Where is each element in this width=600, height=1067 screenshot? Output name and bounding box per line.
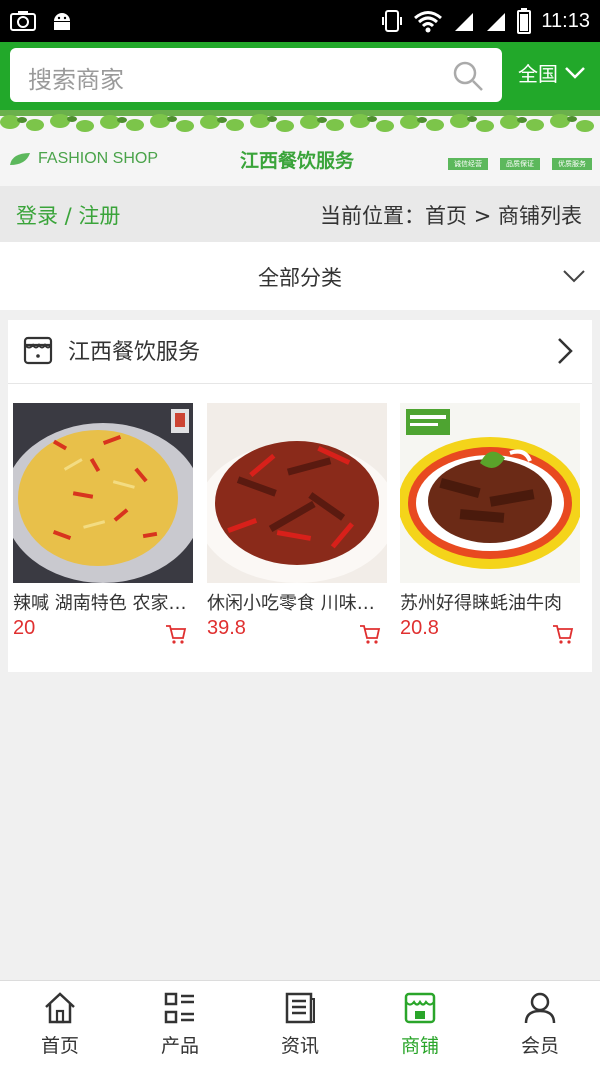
- user-icon: [524, 992, 556, 1024]
- battery-icon: [517, 8, 532, 34]
- product-name: 休闲小吃零食 川味牛肉: [207, 593, 385, 614]
- signal-2-icon: [487, 13, 506, 31]
- product-name: 苏州好得睐蚝油牛肉: [400, 593, 562, 614]
- camera-icon: [10, 11, 36, 31]
- banner-tags: 诚信经营 品质保证 优质服务: [448, 158, 592, 170]
- chevron-down-icon: [565, 66, 585, 79]
- nav-member[interactable]: 会员: [480, 981, 600, 1067]
- breadcrumb: 当前位置：首页 > 商铺列表: [320, 204, 582, 228]
- product-item[interactable]: 辣喊 湖南特色 农家自制 20: [13, 403, 193, 644]
- nav-home[interactable]: 首页: [0, 981, 120, 1067]
- home-icon: [45, 992, 75, 1024]
- banner-title: 江西餐饮服务: [240, 150, 355, 172]
- breadcrumb-bar: 登录 / 注册 当前位置：首页 > 商铺列表: [0, 186, 600, 242]
- nav-label: 商铺: [400, 1035, 439, 1057]
- news-icon: [285, 992, 315, 1024]
- chevron-right-icon[interactable]: [554, 336, 576, 366]
- nav-news[interactable]: 资讯: [240, 981, 360, 1067]
- shop-name: 江西餐饮服务: [68, 340, 201, 365]
- shop-banner: FASHION SHOP 江西餐饮服务 诚信经营 品质保证 优质服务: [0, 110, 600, 186]
- header: 搜索商家 全国: [0, 42, 600, 110]
- shop-header[interactable]: 江西餐饮服务: [8, 320, 592, 384]
- banner-tag: 品质保证: [500, 158, 540, 170]
- leaf-icon: [10, 153, 30, 165]
- shop-card: 江西餐饮服务 辣喊 湖南特色 农家自制 20 休闲小吃零食 川味牛肉 39.8 …: [8, 320, 592, 672]
- category-dropdown[interactable]: 全部分类: [0, 242, 600, 310]
- nav-label: 资讯: [280, 1035, 319, 1057]
- wifi-icon: [414, 11, 443, 33]
- brand-text: FASHION SHOP: [38, 150, 159, 167]
- cart-icon[interactable]: [552, 623, 574, 645]
- product-image[interactable]: [207, 403, 387, 583]
- product-name: 辣喊 湖南特色 农家自制: [13, 593, 191, 614]
- product-image[interactable]: [400, 403, 580, 583]
- nav-shops[interactable]: 商铺: [360, 981, 480, 1067]
- product-item[interactable]: 休闲小吃零食 川味牛肉 39.8: [207, 403, 387, 644]
- android-icon: [54, 13, 70, 30]
- store-icon: [23, 336, 53, 365]
- product-list: 辣喊 湖南特色 农家自制 20 休闲小吃零食 川味牛肉 39.8 苏州好得睐蚝油…: [13, 403, 593, 653]
- search-input[interactable]: 搜索商家: [10, 48, 502, 102]
- vibrate-icon: [382, 10, 403, 32]
- product-image[interactable]: [13, 403, 193, 583]
- nav-label: 首页: [40, 1035, 79, 1057]
- banner-tag: 诚信经营: [448, 158, 488, 170]
- nav-products[interactable]: 产品: [120, 981, 240, 1067]
- signal-1-icon: [455, 13, 474, 31]
- search-icon[interactable]: [452, 60, 484, 92]
- nav-label: 产品: [160, 1035, 199, 1057]
- banner-tag: 优质服务: [552, 158, 592, 170]
- clock: 11:13: [541, 9, 590, 32]
- login-register-link[interactable]: 登录 / 注册: [16, 200, 120, 230]
- chevron-down-icon: [563, 270, 585, 283]
- status-bar: 11:13: [0, 0, 600, 42]
- nav-label: 会员: [520, 1035, 559, 1057]
- store-icon: [404, 992, 436, 1024]
- category-label: 全部分类: [258, 266, 342, 290]
- grid-list-icon: [164, 992, 194, 1024]
- product-item[interactable]: 苏州好得睐蚝油牛肉 20.8: [400, 403, 580, 644]
- brand-logo: FASHION SHOP: [8, 150, 158, 168]
- region-label: 全国: [518, 62, 558, 86]
- leaves-decoration: [0, 110, 600, 132]
- cart-icon[interactable]: [165, 623, 187, 645]
- cart-icon[interactable]: [359, 623, 381, 645]
- search-placeholder: 搜索商家: [28, 66, 124, 94]
- region-selector[interactable]: 全国: [518, 58, 586, 87]
- bottom-nav: 首页 产品 资讯 商铺 会员: [0, 980, 600, 1067]
